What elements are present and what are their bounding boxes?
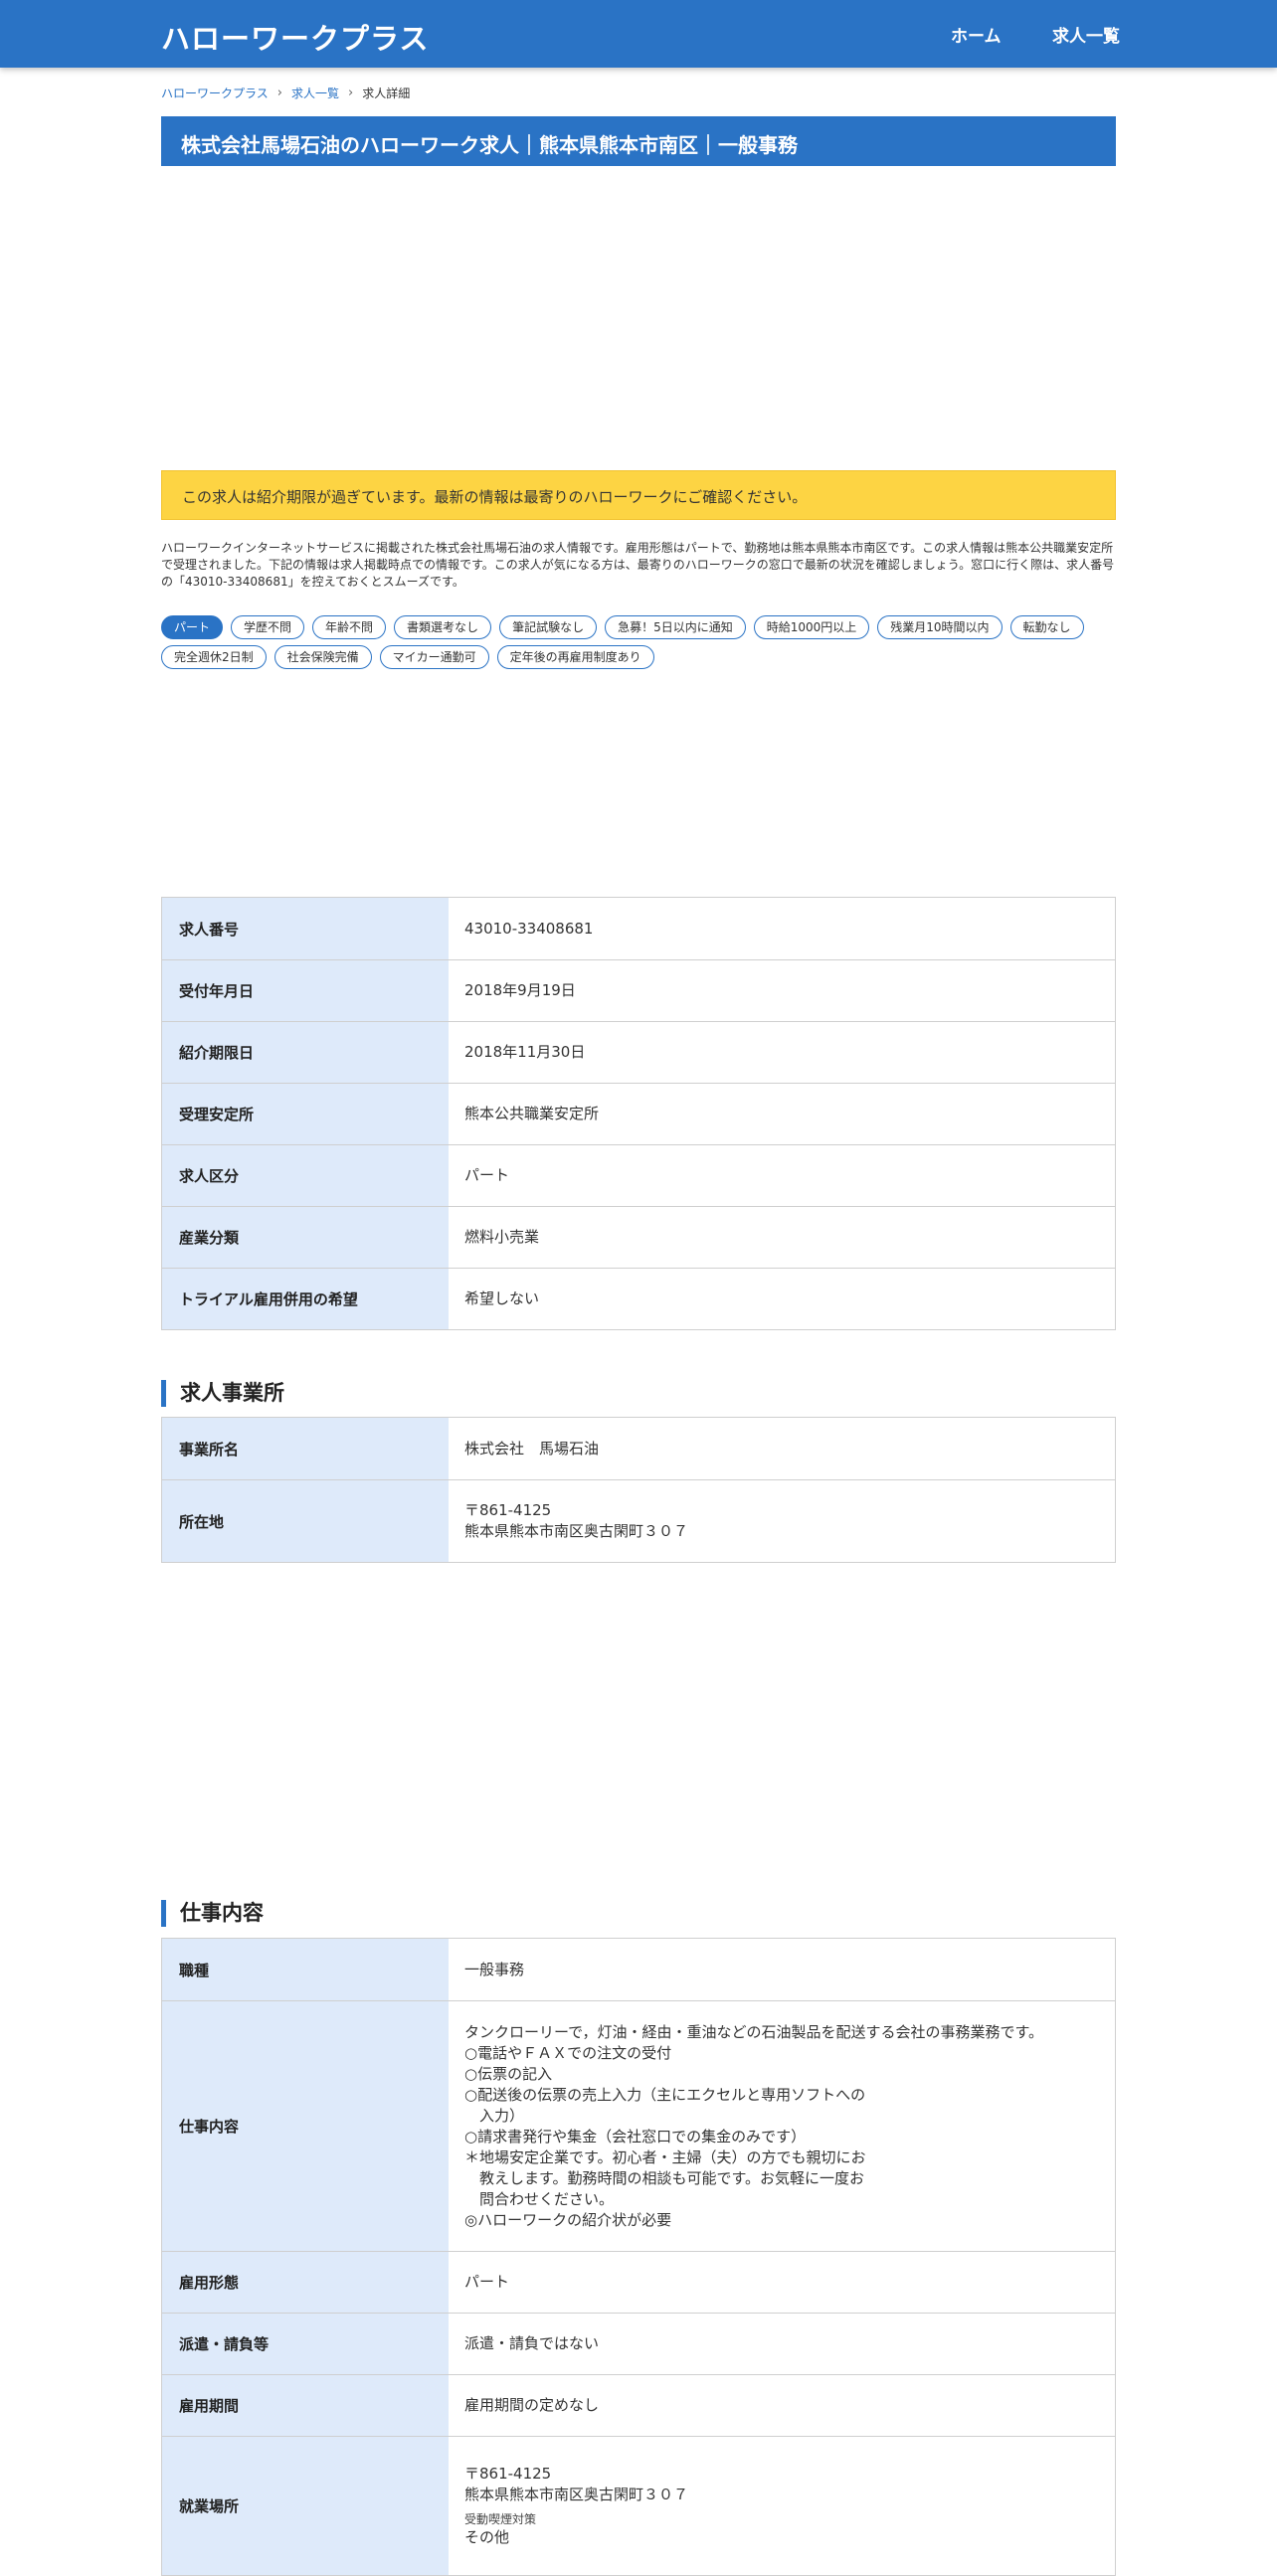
section-title-work: 仕事内容 <box>161 1900 264 1927</box>
row-value: 雇用期間の定めなし <box>449 2375 1115 2436</box>
page-title-bar: 株式会社馬場石油のハローワーク求人｜熊本県熊本市南区｜一般事務 <box>161 116 1116 166</box>
chevron-right-icon: › <box>347 86 354 100</box>
site-header: ハローワークプラス ホーム 求人一覧 <box>0 0 1277 68</box>
address: 熊本県熊本市南区奥古閑町３０７ <box>464 1522 689 1540</box>
page-title: 株式会社馬場石油のハローワーク求人｜熊本県熊本市南区｜一般事務 <box>181 133 798 157</box>
smoking-label: 受動喫煙対策 <box>464 2512 537 2526</box>
table-row: 職種 一般事務 <box>162 1939 1115 2000</box>
row-label: 雇用形態 <box>162 2252 449 2313</box>
tag-no-document-screening[interactable]: 書類選考なし <box>394 615 492 639</box>
table-row: 受付年月日 2018年9月19日 <box>162 959 1115 1021</box>
tag-reemployment[interactable]: 定年後の再雇用制度あり <box>496 645 654 669</box>
row-value: 2018年9月19日 <box>449 960 1115 1021</box>
row-value: 〒861-4125 熊本県熊本市南区奥古閑町３０７ <box>449 1480 1115 1562</box>
feature-tags: パート 学歴不問 年齢不問 書類選考なし 筆記試験なし 急募！5日以内に通知 時… <box>161 615 1116 669</box>
nav-jobs-link[interactable]: 求人一覧 <box>1052 22 1120 47</box>
row-label: トライアル雇用併用の希望 <box>162 1269 449 1329</box>
tag-overtime-10h[interactable]: 残業月10時間以内 <box>877 615 1003 639</box>
row-label: 就業場所 <box>162 2437 449 2575</box>
row-value: 2018年11月30日 <box>449 1022 1115 1083</box>
row-label: 産業分類 <box>162 1207 449 1268</box>
expired-notice-text: この求人は紹介期限が過ぎています。最新の情報は最寄りのハローワークにご確認くださ… <box>182 488 808 506</box>
row-value: タンクローリーで，灯油・経由・重油などの石油製品を配送する会社の事務業務です。 … <box>449 2001 1115 2251</box>
row-value: 燃料小売業 <box>449 1207 1115 1268</box>
table-row: トライアル雇用併用の希望 希望しない <box>162 1268 1115 1329</box>
row-label: 受理安定所 <box>162 1084 449 1144</box>
table-row: 仕事内容 タンクローリーで，灯油・経由・重油などの石油製品を配送する会社の事務業… <box>162 2000 1115 2251</box>
table-row: 派遣・請負等 派遣・請負ではない <box>162 2313 1115 2374</box>
postal-code: 〒861-4125 <box>464 2465 552 2483</box>
row-label: 紹介期限日 <box>162 1022 449 1083</box>
row-label: 職種 <box>162 1939 449 2000</box>
tag-hourly-1000[interactable]: 時給1000円以上 <box>753 615 870 639</box>
row-value: 一般事務 <box>449 1939 1115 2000</box>
table-row: 受理安定所 熊本公共職業安定所 <box>162 1083 1115 1144</box>
breadcrumb: ハローワークプラス › 求人一覧 › 求人詳細 <box>161 85 410 101</box>
address: 熊本県熊本市南区奥古閑町３０７ <box>464 2486 689 2503</box>
postal-code: 〒861-4125 <box>464 1501 552 1519</box>
row-value: 希望しない <box>449 1269 1115 1329</box>
tag-no-transfer[interactable]: 転勤なし <box>1009 615 1084 639</box>
row-label: 仕事内容 <box>162 2001 449 2251</box>
smoking-value: その他 <box>464 2528 510 2546</box>
table-row: 紹介期限日 2018年11月30日 <box>162 1021 1115 1083</box>
row-label: 所在地 <box>162 1480 449 1562</box>
breadcrumb-home[interactable]: ハローワークプラス <box>161 85 269 101</box>
row-label: 事業所名 <box>162 1418 449 1479</box>
row-value: パート <box>449 2252 1115 2313</box>
row-label: 求人番号 <box>162 898 449 959</box>
tag-social-insurance[interactable]: 社会保険完備 <box>274 645 372 669</box>
table-row: 事業所名 株式会社 馬場石油 <box>162 1418 1115 1479</box>
row-label: 受付年月日 <box>162 960 449 1021</box>
tag-part-time[interactable]: パート <box>161 615 224 639</box>
nav-home-link[interactable]: ホーム <box>951 22 1002 47</box>
row-value: 派遣・請負ではない <box>449 2314 1115 2374</box>
breadcrumb-jobs[interactable]: 求人一覧 <box>291 85 339 101</box>
row-label: 派遣・請負等 <box>162 2314 449 2374</box>
tag-car-commute[interactable]: マイカー通勤可 <box>379 645 489 669</box>
chevron-right-icon: › <box>276 86 282 100</box>
intro-text: ハローワークインターネットサービスに掲載された株式会社馬場石油の求人情報です。雇… <box>161 541 1115 589</box>
row-value: パート <box>449 1145 1115 1206</box>
row-label: 雇用期間 <box>162 2375 449 2436</box>
table-row: 雇用形態 パート <box>162 2251 1115 2313</box>
office-table: 事業所名 株式会社 馬場石油 所在地 〒861-4125 熊本県熊本市南区奥古閑… <box>161 1417 1116 1563</box>
work-table: 職種 一般事務 仕事内容 タンクローリーで，灯油・経由・重油などの石油製品を配送… <box>161 1938 1116 2576</box>
row-value: 熊本公共職業安定所 <box>449 1084 1115 1144</box>
tag-urgent[interactable]: 急募！5日以内に通知 <box>605 615 746 639</box>
tag-two-days-off[interactable]: 完全週休2日制 <box>161 645 267 669</box>
tag-no-age-req[interactable]: 年齢不問 <box>312 615 387 639</box>
expired-notice: この求人は紹介期限が過ぎています。最新の情報は最寄りのハローワークにご確認くださ… <box>161 470 1116 520</box>
tag-no-written-test[interactable]: 筆記試験なし <box>499 615 598 639</box>
table-row: 求人番号 43010-33408681 <box>162 898 1115 959</box>
breadcrumb-current: 求人詳細 <box>362 86 411 100</box>
section-title-office: 求人事業所 <box>161 1380 284 1407</box>
table-row: 産業分類 燃料小売業 <box>162 1206 1115 1268</box>
table-row: 就業場所 〒861-4125 熊本県熊本市南区奥古閑町３０７ 受動喫煙対策 その… <box>162 2436 1115 2575</box>
row-label: 求人区分 <box>162 1145 449 1206</box>
row-value: 株式会社 馬場石油 <box>449 1418 1115 1479</box>
table-row: 所在地 〒861-4125 熊本県熊本市南区奥古閑町３０７ <box>162 1479 1115 1562</box>
site-logo[interactable]: ハローワークプラス <box>161 16 429 58</box>
basic-info-table: 求人番号 43010-33408681 受付年月日 2018年9月19日 紹介期… <box>161 897 1116 1330</box>
table-row: 雇用期間 雇用期間の定めなし <box>162 2374 1115 2436</box>
tag-no-education-req[interactable]: 学歴不問 <box>231 615 305 639</box>
row-value: 43010-33408681 <box>449 898 1115 959</box>
table-row: 求人区分 パート <box>162 1144 1115 1206</box>
row-value: 〒861-4125 熊本県熊本市南区奥古閑町３０７ 受動喫煙対策 その他 <box>449 2437 1115 2575</box>
